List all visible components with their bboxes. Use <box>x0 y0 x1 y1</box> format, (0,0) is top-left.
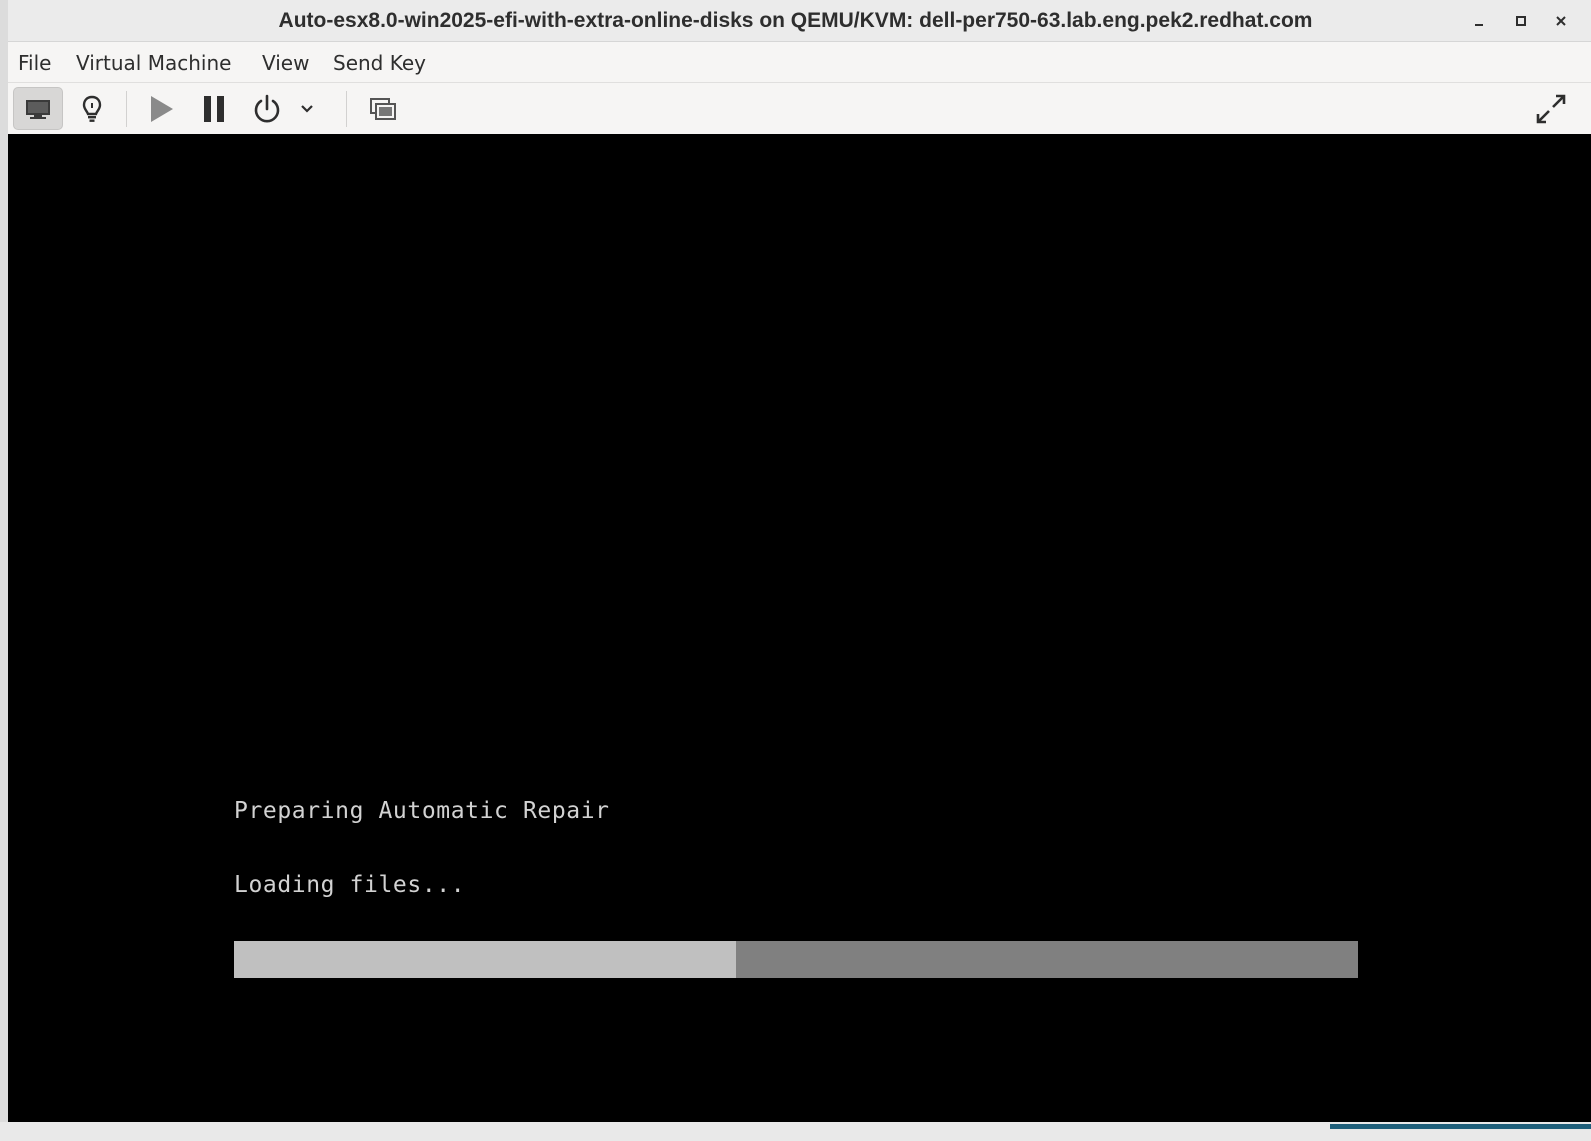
title-bar[interactable]: Auto-esx8.0-win2025-efi-with-extra-onlin… <box>8 0 1591 42</box>
close-button[interactable] <box>1548 8 1574 34</box>
power-icon <box>254 94 280 122</box>
toolbar <box>8 83 1591 134</box>
chevron-down-icon <box>301 104 313 113</box>
maximize-icon <box>1516 16 1526 26</box>
close-icon <box>1556 16 1566 26</box>
repair-status-text: Preparing Automatic Repair <box>234 798 610 824</box>
taskbar-accent <box>1330 1124 1591 1129</box>
minimize-icon <box>1475 24 1483 26</box>
shutdown-menu-button[interactable] <box>291 87 323 130</box>
snapshots-icon <box>370 97 396 120</box>
window-title: Auto-esx8.0-win2025-efi-with-extra-onlin… <box>278 9 1313 32</box>
menu-file[interactable]: File <box>18 42 51 82</box>
menu-virtual-machine[interactable]: Virtual Machine <box>76 42 231 82</box>
run-button[interactable] <box>136 87 186 130</box>
desktop-background <box>0 0 8 1141</box>
details-button[interactable] <box>67 87 117 130</box>
snapshots-button[interactable] <box>358 87 408 130</box>
fullscreen-icon <box>1536 94 1566 123</box>
shutdown-button[interactable] <box>242 87 292 130</box>
play-icon <box>151 95 173 122</box>
menu-view[interactable]: View <box>262 42 309 82</box>
vm-viewer-window: Auto-esx8.0-win2025-efi-with-extra-onlin… <box>8 0 1591 1122</box>
lightbulb-icon <box>82 95 102 122</box>
minimize-button[interactable] <box>1466 8 1492 34</box>
fullscreen-button[interactable] <box>1527 87 1575 130</box>
toolbar-separator <box>346 91 347 127</box>
menu-bar: File Virtual Machine View Send Key <box>8 42 1591 83</box>
menu-send-key[interactable]: Send Key <box>333 42 426 82</box>
monitor-icon <box>26 99 50 119</box>
loading-files-text: Loading files... <box>234 872 466 898</box>
pause-button[interactable] <box>189 87 239 130</box>
toolbar-separator <box>126 91 127 127</box>
maximize-button[interactable] <box>1508 8 1534 34</box>
loading-progress-fill <box>234 941 737 978</box>
loading-progress-bar <box>234 941 1358 978</box>
pause-icon <box>204 95 224 122</box>
console-view-button[interactable] <box>13 87 63 130</box>
desktop-taskbar <box>0 1122 1591 1141</box>
vm-console-display[interactable]: Preparing Automatic Repair Loading files… <box>8 134 1591 1122</box>
